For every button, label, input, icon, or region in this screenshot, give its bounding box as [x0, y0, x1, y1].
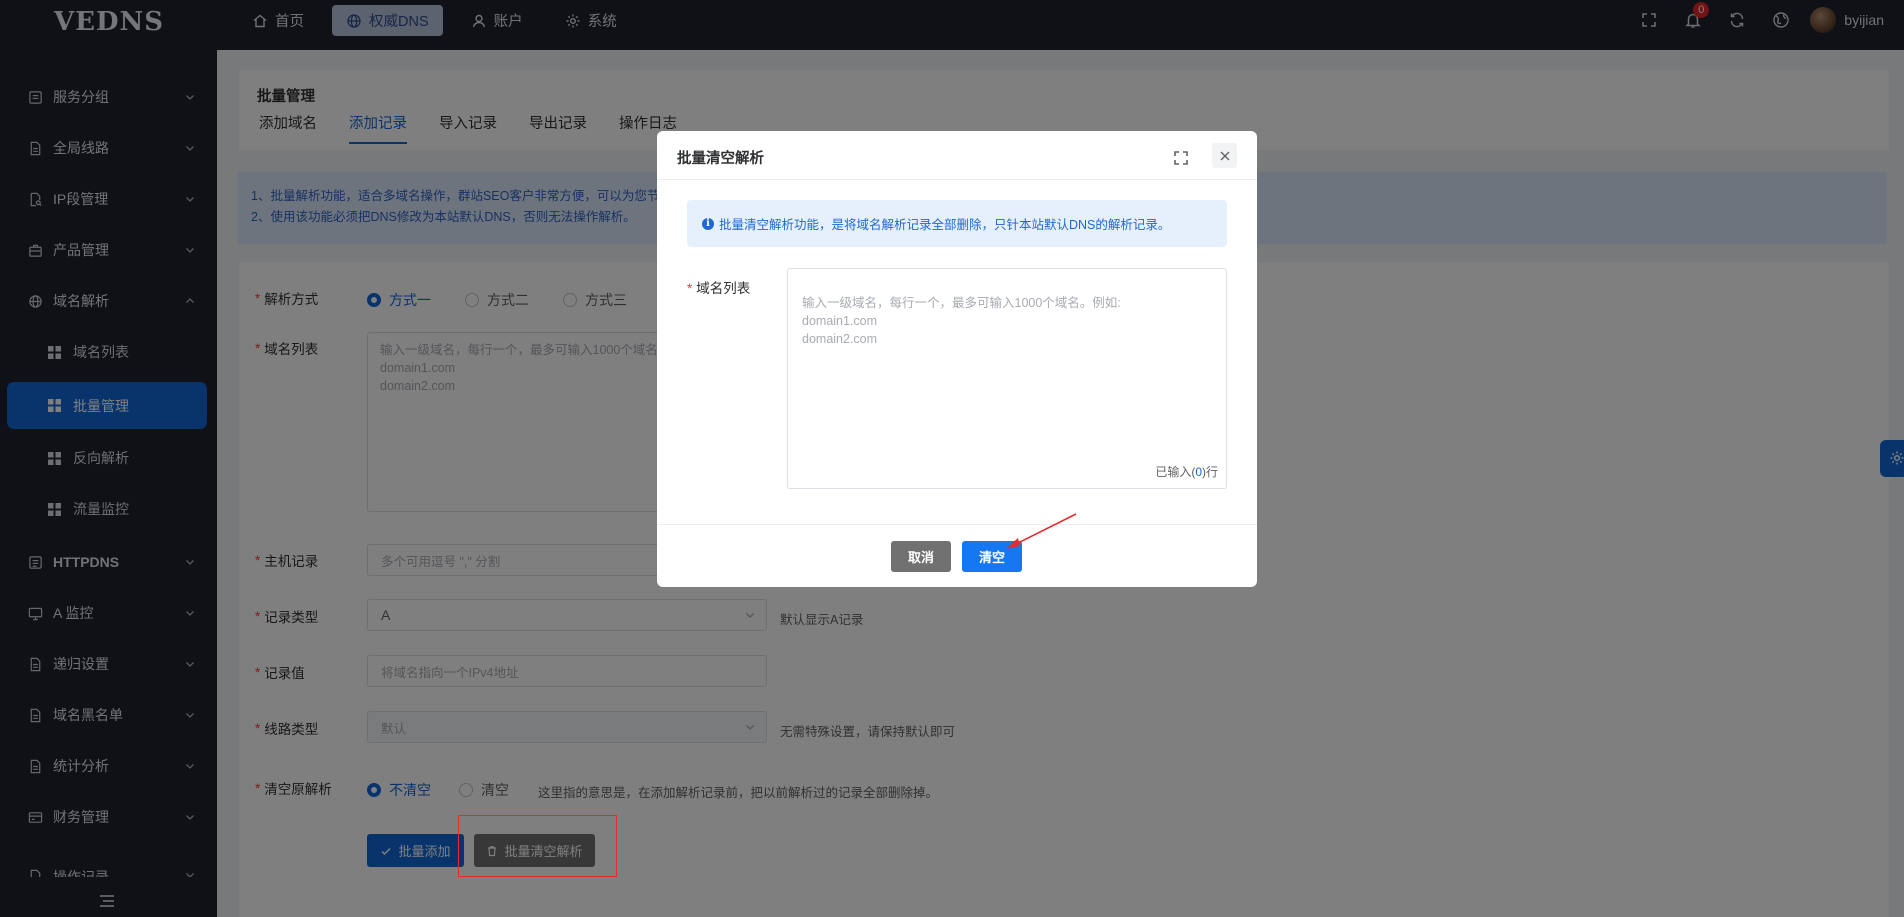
dialog-domain-textarea[interactable]: 输入一级域名，每行一个，最多可输入1000个域名。例如: domain1.com… — [787, 268, 1227, 489]
fullscreen-icon[interactable] — [1173, 150, 1189, 166]
batch-clear-dialog: 批量清空解析 i 批量清空解析功能，是将域名解析记录全部删除，只针本站默认DNS… — [657, 131, 1257, 587]
dialog-alert-text: 批量清空解析功能，是将域名解析记录全部删除，只针本站默认DNS的解析记录。 — [719, 218, 1171, 232]
close-icon — [1220, 151, 1229, 160]
dialog-textarea-placeholder: 输入一级域名，每行一个，最多可输入1000个域名。例如: domain1.com… — [802, 296, 1121, 346]
annotation-highlight-box — [458, 815, 617, 877]
annotation-arrow — [1006, 513, 1077, 549]
dialog-title: 批量清空解析 — [677, 151, 764, 167]
dialog-info-alert: i 批量清空解析功能，是将域名解析记录全部删除，只针本站默认DNS的解析记录。 — [687, 200, 1227, 247]
line-count: 已输入(0)行 — [1155, 465, 1218, 479]
dialog-field-label: * 域名列表 — [687, 281, 751, 296]
info-icon: i — [702, 217, 714, 230]
dialog-close-button[interactable] — [1212, 143, 1237, 168]
dialog-cancel-button[interactable]: 取消 — [891, 541, 951, 572]
